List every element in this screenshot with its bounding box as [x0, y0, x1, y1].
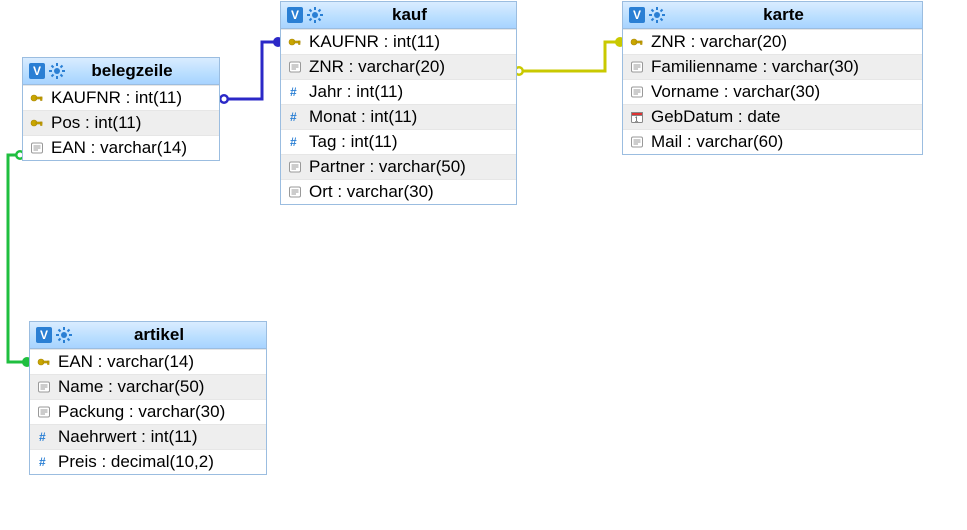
column-row[interactable]: Pos : int(11)	[23, 110, 219, 135]
gear-icon[interactable]	[56, 327, 72, 343]
column-label: Name : varchar(50)	[58, 377, 204, 397]
view-icon: V	[36, 327, 52, 343]
gear-icon[interactable]	[307, 7, 323, 23]
table-belegzeile[interactable]: V belegzeile KAUFNR : int(11) Pos : int(1…	[22, 57, 220, 161]
key-icon	[287, 34, 303, 50]
column-row[interactable]: KAUFNR : int(11)	[23, 85, 219, 110]
column-label: ZNR : varchar(20)	[651, 32, 787, 52]
svg-text:#: #	[290, 135, 297, 149]
num-icon: #	[36, 454, 52, 470]
column-row[interactable]: Ort : varchar(30)	[281, 179, 516, 204]
gear-icon[interactable]	[49, 63, 65, 79]
column-label: EAN : varchar(14)	[51, 138, 187, 158]
table-title: kauf	[323, 5, 510, 25]
column-label: GebDatum : date	[651, 107, 780, 127]
table-header[interactable]: V belegzeile	[23, 58, 219, 85]
text-icon	[36, 379, 52, 395]
column-label: Mail : varchar(60)	[651, 132, 783, 152]
column-label: EAN : varchar(14)	[58, 352, 194, 372]
column-label: Tag : int(11)	[309, 132, 398, 152]
table-body: ZNR : varchar(20) Familienname : varchar(…	[623, 29, 922, 154]
view-icon: V	[29, 63, 45, 79]
table-karte[interactable]: V karte ZNR : varchar(20) Familienname : …	[622, 1, 923, 155]
text-icon	[629, 134, 645, 150]
column-label: Preis : decimal(10,2)	[58, 452, 214, 472]
column-row[interactable]: # Preis : decimal(10,2)	[30, 449, 266, 474]
svg-text:#: #	[290, 110, 297, 124]
column-label: Familienname : varchar(30)	[651, 57, 859, 77]
svg-text:#: #	[39, 455, 46, 469]
gear-icon[interactable]	[649, 7, 665, 23]
num-icon: #	[287, 84, 303, 100]
table-header[interactable]: V kauf	[281, 2, 516, 29]
key-icon	[36, 354, 52, 370]
column-row[interactable]: 1 GebDatum : date	[623, 104, 922, 129]
column-row[interactable]: Partner : varchar(50)	[281, 154, 516, 179]
view-icon: V	[629, 7, 645, 23]
text-icon	[287, 159, 303, 175]
column-label: Monat : int(11)	[309, 107, 417, 127]
column-label: Vorname : varchar(30)	[651, 82, 820, 102]
text-icon	[629, 59, 645, 75]
column-row[interactable]: Name : varchar(50)	[30, 374, 266, 399]
view-icon: V	[287, 7, 303, 23]
column-row[interactable]: # Monat : int(11)	[281, 104, 516, 129]
column-row[interactable]: # Naehrwert : int(11)	[30, 424, 266, 449]
table-body: EAN : varchar(14) Name : varchar(50) Packu…	[30, 349, 266, 474]
table-title: belegzeile	[65, 61, 213, 81]
column-row[interactable]: Mail : varchar(60)	[623, 129, 922, 154]
svg-text:#: #	[39, 430, 46, 444]
table-header[interactable]: V artikel	[30, 322, 266, 349]
column-label: Pos : int(11)	[51, 113, 141, 133]
table-title: karte	[665, 5, 916, 25]
column-label: Naehrwert : int(11)	[58, 427, 198, 447]
svg-text:#: #	[290, 85, 297, 99]
column-row[interactable]: ZNR : varchar(20)	[623, 29, 922, 54]
text-icon	[287, 184, 303, 200]
svg-text:1: 1	[635, 117, 639, 124]
table-body: KAUFNR : int(11) ZNR : varchar(20) # Jahr :…	[281, 29, 516, 204]
key-icon	[29, 115, 45, 131]
column-row[interactable]: Vorname : varchar(30)	[623, 79, 922, 104]
num-icon: #	[287, 109, 303, 125]
column-label: ZNR : varchar(20)	[309, 57, 445, 77]
num-icon: #	[287, 134, 303, 150]
table-title: artikel	[72, 325, 260, 345]
text-icon	[287, 59, 303, 75]
num-icon: #	[36, 429, 52, 445]
column-label: KAUFNR : int(11)	[309, 32, 440, 52]
key-icon	[629, 34, 645, 50]
column-label: Ort : varchar(30)	[309, 182, 434, 202]
column-row[interactable]: KAUFNR : int(11)	[281, 29, 516, 54]
column-label: Jahr : int(11)	[309, 82, 403, 102]
column-row[interactable]: ZNR : varchar(20)	[281, 54, 516, 79]
table-header[interactable]: V karte	[623, 2, 922, 29]
table-artikel[interactable]: V artikel EAN : varchar(14) Name : varcha…	[29, 321, 267, 475]
text-icon	[36, 404, 52, 420]
key-icon	[29, 90, 45, 106]
column-label: Packung : varchar(30)	[58, 402, 225, 422]
column-row[interactable]: EAN : varchar(14)	[23, 135, 219, 160]
column-row[interactable]: # Jahr : int(11)	[281, 79, 516, 104]
column-row[interactable]: EAN : varchar(14)	[30, 349, 266, 374]
column-label: Partner : varchar(50)	[309, 157, 466, 177]
column-row[interactable]: # Tag : int(11)	[281, 129, 516, 154]
column-row[interactable]: Familienname : varchar(30)	[623, 54, 922, 79]
table-body: KAUFNR : int(11) Pos : int(11) EAN : varch…	[23, 85, 219, 160]
text-icon	[29, 140, 45, 156]
text-icon	[629, 84, 645, 100]
date-icon: 1	[629, 109, 645, 125]
column-label: KAUFNR : int(11)	[51, 88, 182, 108]
table-kauf[interactable]: V kauf KAUFNR : int(11) ZNR : varchar(20)…	[280, 1, 517, 205]
column-row[interactable]: Packung : varchar(30)	[30, 399, 266, 424]
